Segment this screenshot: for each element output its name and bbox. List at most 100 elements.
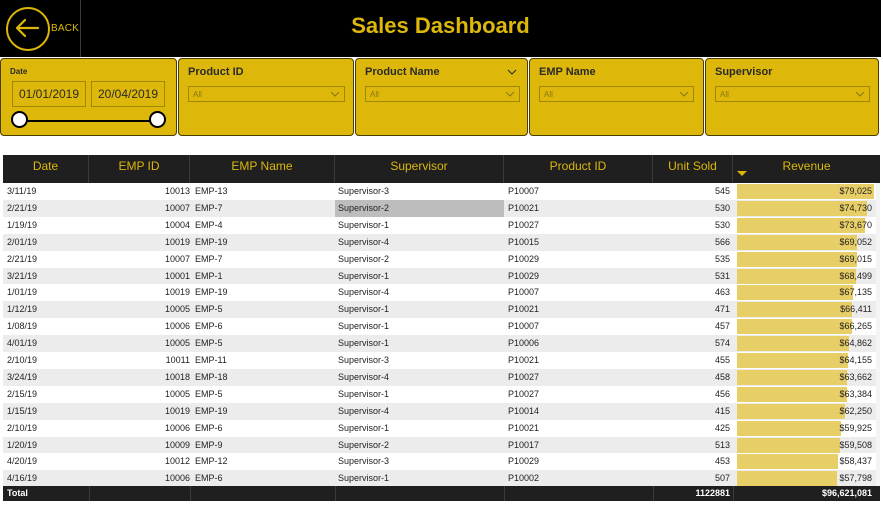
cell-product-id: P10027 xyxy=(508,371,540,382)
cell-unit-sold: 456 xyxy=(714,388,730,399)
cell-date: 3/24/19 xyxy=(7,371,38,382)
cell-supervisor: Supervisor-1 xyxy=(338,321,390,332)
cell-emp-id: 10009 xyxy=(164,439,190,450)
cell-emp-name: EMP-11 xyxy=(195,355,227,365)
cell-emp-id: 10005 xyxy=(164,304,190,315)
supervisor-dropdown[interactable]: All xyxy=(715,86,870,102)
cell-date: 2/10/19 xyxy=(7,355,38,365)
cell-date: 2/21/19 xyxy=(7,253,38,264)
revenue-data-bar xyxy=(737,386,847,402)
cell-date: 4/16/19 xyxy=(7,473,38,484)
cell-unit-sold: 530 xyxy=(714,219,730,230)
column-header-unit-sold[interactable]: Unit Sold xyxy=(653,155,733,183)
cell-product-id: P10029 xyxy=(508,456,540,467)
cell-supervisor: Supervisor-1 xyxy=(338,422,390,433)
header-bar: BACK Sales Dashboard xyxy=(0,0,881,57)
cell-revenue: $59,925 xyxy=(839,422,872,433)
table-row[interactable]: 2/15/19 10005 EMP-5 Supervisor-1 P10027 456 $6… xyxy=(3,385,880,403)
cell-unit-sold: 471 xyxy=(714,304,730,315)
product-id-filter-card: Product ID All xyxy=(178,58,354,136)
table-row[interactable]: 1/01/19 10019 EMP-19 Supervisor-4 P10007 463 $… xyxy=(3,284,880,302)
table-scrollbar[interactable] xyxy=(876,183,880,486)
cell-emp-name: EMP-6 xyxy=(195,473,223,484)
cell-supervisor: Supervisor-1 xyxy=(338,473,390,484)
product-name-filter-card: Product Name All xyxy=(355,58,528,136)
revenue-data-bar xyxy=(737,285,853,301)
cell-emp-name: EMP-5 xyxy=(195,304,223,315)
cell-unit-sold: 566 xyxy=(714,236,730,247)
revenue-data-bar xyxy=(737,319,852,335)
table-row[interactable]: 2/21/19 10007 EMP-7 Supervisor-2 P10029 535 $6… xyxy=(3,250,880,268)
table-row[interactable]: 3/21/19 10001 EMP-1 Supervisor-1 P10029 531 $6… xyxy=(3,267,880,285)
date-end-input[interactable]: 20/04/2019 xyxy=(91,81,165,107)
cell-unit-sold: 535 xyxy=(714,253,730,264)
cell-emp-id: 10006 xyxy=(164,473,190,484)
table-row[interactable]: 4/16/19 10006 EMP-6 Supervisor-1 P10002 507 $5… xyxy=(3,470,880,488)
table-row[interactable]: 2/10/19 10006 EMP-6 Supervisor-1 P10021 425 $5… xyxy=(3,419,880,437)
table-row[interactable]: 3/11/19 10013 EMP-13 Supervisor-3 P10007 545 $… xyxy=(3,183,880,200)
cell-product-id: P10027 xyxy=(508,388,540,399)
cell-unit-sold: 574 xyxy=(714,338,730,349)
cell-emp-name: EMP-9 xyxy=(195,439,223,450)
cell-emp-name: EMP-19 xyxy=(195,287,228,298)
date-filter-card: Date 01/01/2019 20/04/2019 xyxy=(0,58,177,136)
cell-product-id: P10014 xyxy=(508,405,540,416)
chevron-down-icon[interactable] xyxy=(507,67,517,77)
cell-unit-sold: 545 xyxy=(714,186,730,196)
cell-emp-name: EMP-7 xyxy=(195,253,223,264)
cell-unit-sold: 415 xyxy=(714,405,730,416)
supervisor-dropdown-value: All xyxy=(720,90,729,99)
column-header-revenue[interactable]: Revenue xyxy=(733,155,880,183)
table-row[interactable]: 2/01/19 10019 EMP-19 Supervisor-4 P10015 566 $… xyxy=(3,233,880,251)
emp-name-dropdown-value: All xyxy=(544,90,553,99)
cell-emp-name: EMP-19 xyxy=(195,405,228,416)
cell-unit-sold: 531 xyxy=(714,270,730,281)
column-header-date[interactable]: Date xyxy=(3,155,89,183)
supervisor-filter-label: Supervisor xyxy=(715,66,773,78)
date-slider-end-handle[interactable] xyxy=(149,111,166,128)
table-row[interactable]: 1/08/19 10006 EMP-6 Supervisor-1 P10007 457 $6… xyxy=(3,318,880,336)
table-row[interactable]: 2/21/19 10007 EMP-7 Supervisor-2 P10021 530 $7… xyxy=(3,199,880,217)
revenue-data-bar xyxy=(737,302,852,318)
revenue-data-bar xyxy=(737,268,856,284)
date-slider-start-handle[interactable] xyxy=(11,111,28,128)
cell-unit-sold: 453 xyxy=(714,456,730,467)
table-row[interactable]: 1/12/19 10005 EMP-5 Supervisor-1 P10021 471 $6… xyxy=(3,301,880,319)
cell-emp-name: EMP-7 xyxy=(195,202,223,213)
product-name-dropdown[interactable]: All xyxy=(365,86,520,102)
cell-emp-id: 10012 xyxy=(164,456,190,467)
total-label: Total xyxy=(7,488,28,498)
emp-name-dropdown[interactable]: All xyxy=(539,86,694,102)
cell-unit-sold: 457 xyxy=(714,321,730,332)
cell-supervisor: Supervisor-1 xyxy=(338,388,390,399)
column-header-supervisor[interactable]: Supervisor xyxy=(335,155,504,183)
cell-unit-sold: 425 xyxy=(714,422,730,433)
cell-emp-id: 10019 xyxy=(164,236,190,247)
table-row[interactable]: 4/20/19 10012 EMP-12 Supervisor-3 P10029 453 $… xyxy=(3,453,880,471)
column-header-product-id[interactable]: Product ID xyxy=(504,155,653,183)
cell-supervisor: Supervisor-4 xyxy=(338,405,390,416)
product-id-dropdown[interactable]: All xyxy=(188,86,345,102)
cell-revenue: $74,730 xyxy=(839,202,872,213)
column-header-emp-id[interactable]: EMP ID xyxy=(89,155,190,183)
cell-date: 1/20/19 xyxy=(7,439,38,450)
cell-unit-sold: 458 xyxy=(714,371,730,382)
product-name-filter-label: Product Name xyxy=(365,66,440,78)
table-row[interactable]: 4/01/19 10005 EMP-5 Supervisor-1 P10006 574 $6… xyxy=(3,335,880,353)
table-row[interactable]: 1/20/19 10009 EMP-9 Supervisor-2 P10017 513 $5… xyxy=(3,436,880,454)
table-row[interactable]: 1/19/19 10004 EMP-4 Supervisor-1 P10027 530 $7… xyxy=(3,216,880,234)
cell-emp-id: 10013 xyxy=(164,186,190,196)
cell-revenue: $69,052 xyxy=(839,236,872,247)
cell-emp-name: EMP-6 xyxy=(195,422,223,433)
product-name-dropdown-value: All xyxy=(370,90,379,99)
cell-supervisor: Supervisor-1 xyxy=(338,219,390,230)
column-header-emp-name[interactable]: EMP Name xyxy=(190,155,335,183)
cell-emp-name: EMP-5 xyxy=(195,338,223,349)
table-row[interactable]: 1/15/19 10019 EMP-19 Supervisor-4 P10014 415 $… xyxy=(3,402,880,420)
cell-product-id: P10021 xyxy=(508,355,540,365)
date-start-input[interactable]: 01/01/2019 xyxy=(12,81,86,107)
table-total-row: Total 1122881 $96,621,081 xyxy=(3,486,880,501)
cell-revenue: $63,662 xyxy=(839,371,872,382)
table-row[interactable]: 2/10/19 10011 EMP-11 Supervisor-3 P10021 455 $… xyxy=(3,352,880,369)
table-row[interactable]: 3/24/19 10018 EMP-18 Supervisor-4 P10027 458 $… xyxy=(3,368,880,386)
